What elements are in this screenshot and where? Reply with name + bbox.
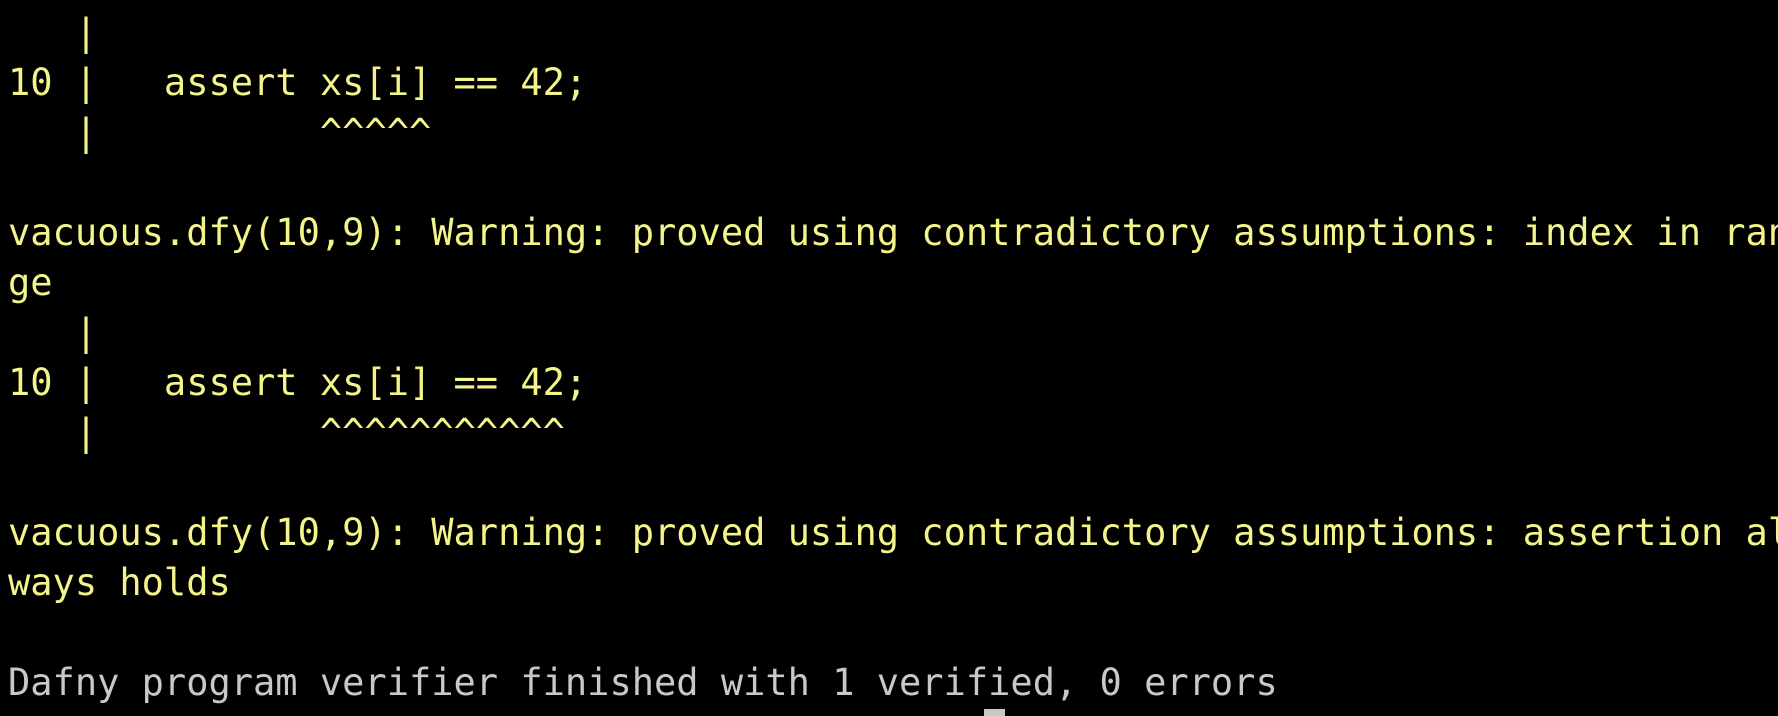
terminal-line-warning: vacuous.dfy(10,9): Warning: proved using…: [8, 211, 1778, 254]
terminal-output[interactable]: | 10 | assert xs[i] == 42; | ^^^^^ vacuo…: [8, 0, 1778, 716]
terminal-line-caret: | ^^^^^^^^^^^: [8, 411, 565, 454]
terminal-line-warning: vacuous.dfy(10,9): Warning: proved using…: [8, 511, 1778, 554]
terminal-line-gutter: |: [8, 11, 98, 54]
terminal-line-gutter: |: [8, 311, 98, 354]
terminal-line-code: 10 | assert xs[i] == 42;: [8, 361, 588, 404]
terminal-cursor: [984, 709, 1005, 716]
terminal-line-warning-wrap: ways holds: [8, 561, 231, 604]
verifier-summary: Dafny program verifier finished with 1 v…: [8, 661, 1278, 704]
terminal-line-code: 10 | assert xs[i] == 42;: [8, 61, 588, 104]
terminal-line-caret: | ^^^^^: [8, 111, 432, 154]
terminal-line-warning-wrap: ge: [8, 261, 53, 304]
